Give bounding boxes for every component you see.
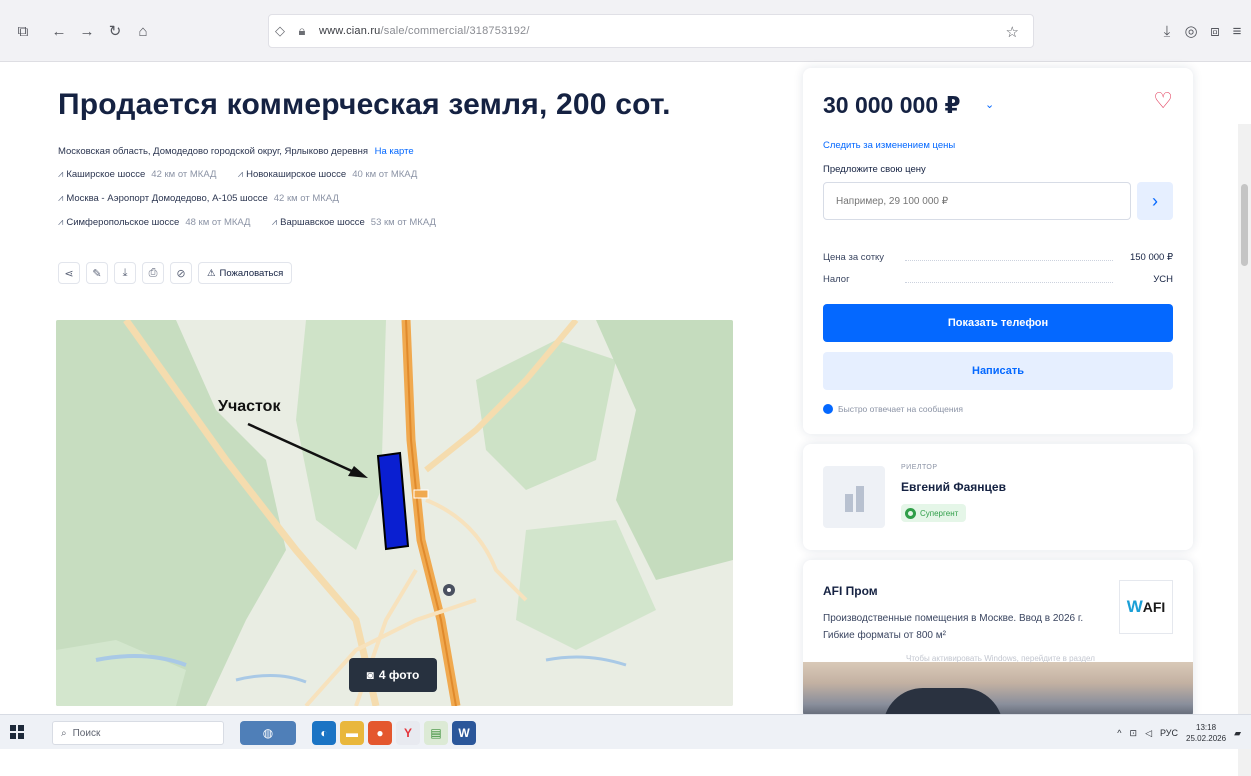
forward-icon[interactable]: → <box>76 20 98 42</box>
tax-row: Налог УСН <box>823 274 1173 285</box>
highway-row: ⩘ Москва - Аэропорт Домодедово, А-105 шос… <box>58 193 339 204</box>
browser-toolbar: ⧉ ← → ↻ ⌂ ◇ 🔒︎ www.cian.ru/sale/commerci… <box>0 0 1251 62</box>
show-phone-button[interactable]: Показать телефон <box>823 304 1173 342</box>
hide-icon[interactable]: ⊘ <box>170 262 192 284</box>
map-gallery[interactable]: Участок ◙ 4 фото <box>56 320 733 706</box>
windows-taskbar: ⌕ Поиск ◍ ◐ ▬ ● Y ▤ W ^ ⊡ ◁ РУС 13:18 25.0… <box>0 714 1251 749</box>
print-icon[interactable]: ⎙ <box>142 262 164 284</box>
road-icon: ⩘ <box>58 217 64 228</box>
app-icon[interactable]: ▤ <box>424 721 448 745</box>
page-title: Продается коммерческая земля, 200 сот. <box>58 88 671 121</box>
edge-icon[interactable]: ◐ <box>312 721 336 745</box>
network-icon[interactable]: ⊡ <box>1130 728 1138 739</box>
word-icon[interactable]: W <box>452 721 476 745</box>
volume-icon[interactable]: ◁ <box>1145 728 1152 739</box>
activation-watermark: Чтобы активировать Windows, перейдите в … <box>906 654 1095 663</box>
widgets-icon[interactable]: ◍ <box>240 721 296 745</box>
notifications-icon[interactable]: ▰ <box>1234 728 1241 739</box>
back-icon[interactable]: ← <box>48 20 70 42</box>
offer-submit-button[interactable]: › <box>1137 182 1173 220</box>
account-icon[interactable]: ◎ <box>1180 20 1202 42</box>
address: Московская область, Домодедово городской… <box>58 146 414 157</box>
highway-distance: 42 км от МКАД <box>151 169 217 180</box>
system-tray: ^ ⊡ ◁ РУС 13:18 25.02.2026 ▰ <box>1117 721 1241 745</box>
ad-title[interactable]: AFI Пром <box>823 584 878 598</box>
road-icon: ⩘ <box>58 169 64 180</box>
clock-icon <box>823 404 833 414</box>
tabs-icon[interactable]: ⧉ <box>12 20 34 42</box>
agent-badge: Супергент <box>901 504 967 522</box>
scrollbar[interactable] <box>1238 124 1251 776</box>
highway-distance: 48 км от МКАД <box>185 217 251 228</box>
follow-price-link[interactable]: Следить за изменением цены <box>823 140 955 151</box>
clock[interactable]: 13:18 25.02.2026 <box>1186 722 1226 744</box>
language-indicator[interactable]: РУС <box>1160 728 1178 738</box>
ad-image[interactable] <box>803 662 1193 720</box>
camera-icon: ◙ <box>366 668 374 682</box>
home-icon[interactable]: ⌂ <box>132 20 154 42</box>
download-icon[interactable]: ⤓ <box>1156 20 1178 42</box>
ad-logo: W AFI <box>1119 580 1173 634</box>
highway-distance: 42 км от МКАД <box>273 193 339 204</box>
search-icon: ⌕ <box>61 727 67 739</box>
listing-actions: ⋖ ✎ ⤓ ⎙ ⊘ ⚠ Пожаловаться <box>58 262 293 284</box>
chevron-right-icon: › <box>1152 190 1158 211</box>
ad-text: Производственные помещения в Москве. Вво… <box>823 613 1084 641</box>
download-icon[interactable]: ⤓ <box>114 262 136 284</box>
check-icon <box>905 507 916 519</box>
file-explorer-icon[interactable]: ▬ <box>340 721 364 745</box>
fast-reply-note: Быстро отвечает на сообщения <box>823 404 963 414</box>
share-icon[interactable]: ⋖ <box>58 262 80 284</box>
page-content: Продается коммерческая земля, 200 сот. М… <box>0 62 1251 776</box>
price-per-sotka-row: Цена за сотку 150 000 ₽ <box>823 252 1173 263</box>
highway-distance: 53 км от МКАД <box>370 217 436 228</box>
star-icon[interactable]: ☆ <box>1006 23 1019 41</box>
highway-name[interactable]: Варшавское шоссе <box>280 217 365 228</box>
price: 30 000 000 ₽ <box>823 92 961 118</box>
road-icon: ⩘ <box>237 169 244 180</box>
taskbar-search[interactable]: ⌕ Поиск <box>52 721 224 745</box>
price-history-icon[interactable]: ⌄ <box>985 98 994 111</box>
warning-icon: ⚠ <box>207 267 216 279</box>
menu-icon[interactable]: ≡ <box>1226 20 1248 42</box>
lock-icon[interactable]: 🔒︎ <box>291 23 313 39</box>
address-text: Московская область, Домодедово городской… <box>58 146 368 157</box>
offer-label: Предложите свою цену <box>823 164 926 175</box>
highway-row: ⩘ Симферопольское шоссе 48 км от МКАД ⩘ Вар… <box>58 217 436 228</box>
url-text[interactable]: www.cian.ru/sale/commercial/318753192/ <box>319 25 530 37</box>
chevron-up-icon[interactable]: ^ <box>1117 728 1121 738</box>
favorite-heart-icon[interactable]: ♡ <box>1153 88 1173 114</box>
reload-icon[interactable]: ↻ <box>104 20 126 42</box>
agent-card[interactable]: РИЕЛТОР Евгений Фаянцев Супергент <box>803 444 1193 550</box>
firefox-icon[interactable]: ● <box>368 721 392 745</box>
scrollbar-thumb[interactable] <box>1241 184 1248 266</box>
road-icon: ⩘ <box>271 217 278 228</box>
highway-name[interactable]: Новокаширское шоссе <box>246 169 346 180</box>
edit-icon[interactable]: ✎ <box>86 262 108 284</box>
windows-start-icon[interactable] <box>10 725 24 739</box>
highway-name[interactable]: Каширское шоссе <box>66 169 145 180</box>
agent-role: РИЕЛТОР <box>901 464 938 471</box>
map-image <box>56 320 733 706</box>
agent-avatar[interactable] <box>823 466 885 528</box>
road-icon: ⩘ <box>58 193 64 204</box>
write-message-button[interactable]: Написать <box>823 352 1173 390</box>
yandex-browser-icon[interactable]: Y <box>396 721 420 745</box>
on-map-link[interactable]: На карте <box>375 146 414 157</box>
extensions-icon[interactable]: ⧈ <box>1204 20 1226 42</box>
offer-price-input[interactable] <box>823 182 1131 220</box>
complain-button[interactable]: ⚠ Пожаловаться <box>198 262 293 284</box>
highway-row: ⩘ Каширское шоссе 42 км от МКАД ⩘ Новокашир… <box>58 169 417 180</box>
shield-icon[interactable]: ◇ <box>269 23 291 39</box>
highway-name[interactable]: Симферопольское шоссе <box>66 217 179 228</box>
plot-label: Участок <box>218 398 281 415</box>
agent-name[interactable]: Евгений Фаянцев <box>901 480 1006 494</box>
photos-button[interactable]: ◙ 4 фото <box>349 658 437 692</box>
ad-card[interactable]: AFI Пром Производственные помещения в Мо… <box>803 560 1193 720</box>
price-card: 30 000 000 ₽ ⌄ ♡ Следить за изменением ц… <box>803 68 1193 434</box>
highway-name[interactable]: Москва - Аэропорт Домодедово, А-105 шосс… <box>66 193 267 204</box>
address-bar[interactable]: ◇ 🔒︎ www.cian.ru/sale/commercial/3187531… <box>268 14 1034 48</box>
highway-distance: 40 км от МКАД <box>352 169 418 180</box>
